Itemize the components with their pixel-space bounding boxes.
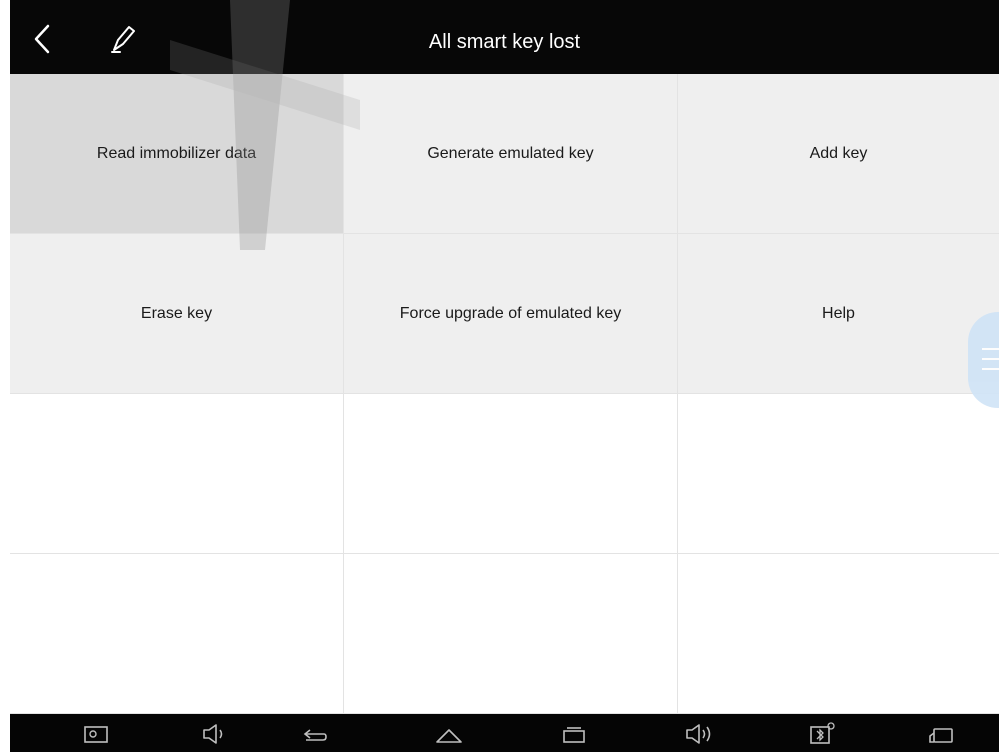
force-upgrade-emulated-key-button[interactable]: Force upgrade of emulated key xyxy=(344,234,678,394)
screenshot-icon[interactable] xyxy=(80,720,112,748)
vehicle-connection-icon[interactable] xyxy=(925,720,957,748)
erase-key-button[interactable]: Erase key xyxy=(10,234,344,394)
floating-menu-icon[interactable] xyxy=(968,312,999,408)
system-nav-bar xyxy=(10,714,999,752)
empty-cell xyxy=(344,394,678,554)
empty-cell xyxy=(10,554,344,714)
back-icon[interactable] xyxy=(298,720,330,748)
empty-cell xyxy=(344,554,678,714)
read-immobilizer-data-button[interactable]: Read immobilizer data xyxy=(10,74,344,234)
home-icon[interactable] xyxy=(433,720,465,748)
volume-up-icon[interactable] xyxy=(683,720,715,748)
page-title: All smart key lost xyxy=(428,31,581,53)
empty-cell xyxy=(10,394,344,554)
add-key-button[interactable]: Add key xyxy=(678,74,999,234)
help-button[interactable]: Help xyxy=(678,234,999,394)
vci-bluetooth-icon[interactable] xyxy=(805,720,837,748)
volume-down-icon[interactable] xyxy=(198,720,230,748)
function-grid: Read immobilizer data Generate emulated … xyxy=(10,74,999,714)
recent-apps-icon[interactable] xyxy=(558,720,590,748)
generate-emulated-key-button[interactable]: Generate emulated key xyxy=(344,74,678,234)
title-bar: All smart key lost xyxy=(10,0,999,74)
empty-cell xyxy=(678,554,999,714)
empty-cell xyxy=(678,394,999,554)
